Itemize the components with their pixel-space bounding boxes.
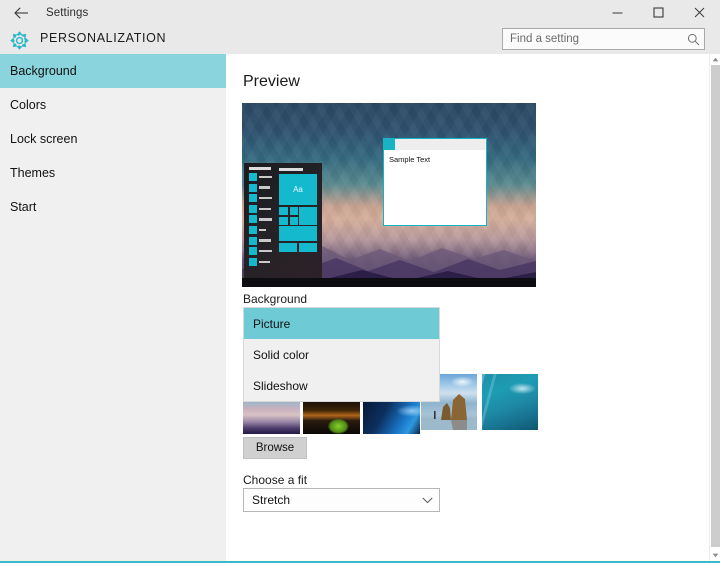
sidebar-item-themes[interactable]: Themes bbox=[0, 156, 226, 190]
search-box[interactable] bbox=[502, 28, 705, 50]
page-title: PERSONALIZATION bbox=[40, 31, 167, 45]
tile-label: Aa bbox=[293, 185, 303, 194]
choose-a-fit-dropdown[interactable]: Stretch bbox=[243, 488, 440, 512]
start-menu-app-row bbox=[249, 204, 273, 213]
option-label: Slideshow bbox=[253, 378, 308, 393]
tile-small bbox=[289, 207, 298, 215]
back-arrow-icon[interactable] bbox=[0, 0, 42, 25]
browse-button[interactable]: Browse bbox=[243, 437, 307, 459]
sidebar-item-label: Themes bbox=[10, 166, 56, 180]
sample-window-body: Sample Text bbox=[384, 150, 486, 164]
sidebar-item-background[interactable]: Background bbox=[0, 54, 226, 88]
sample-window-titlebar bbox=[384, 139, 486, 150]
app-tile-square bbox=[249, 183, 257, 192]
maximize-button[interactable] bbox=[638, 0, 679, 25]
tile-small bbox=[299, 242, 317, 252]
sample-window-icon bbox=[384, 139, 395, 150]
chevron-down-icon[interactable] bbox=[415, 497, 439, 504]
sidebar-item-start[interactable]: Start bbox=[0, 190, 226, 224]
title-bar: Settings bbox=[0, 0, 720, 25]
scroll-up-arrow-icon[interactable] bbox=[710, 54, 720, 65]
sidebar-item-label: Lock screen bbox=[10, 132, 78, 146]
background-label: Background bbox=[243, 292, 308, 306]
tile-small bbox=[279, 207, 288, 215]
tiles-group-header-bar bbox=[279, 168, 303, 171]
page-header: PERSONALIZATION bbox=[0, 25, 720, 54]
thumbnail-underwater[interactable] bbox=[482, 374, 538, 430]
thumbnail-blue-hero[interactable] bbox=[363, 402, 420, 434]
app-name-bar bbox=[259, 249, 272, 253]
start-menu-app-row bbox=[249, 215, 273, 224]
sidebar: Background Colors Lock screen Themes Sta… bbox=[0, 54, 226, 561]
app-tile-square bbox=[249, 257, 257, 266]
sidebar-item-lock-screen[interactable]: Lock screen bbox=[0, 122, 226, 156]
app-name-bar bbox=[259, 239, 271, 242]
gear-icon bbox=[7, 29, 31, 51]
app-tile-square bbox=[249, 194, 257, 203]
app-name-bar bbox=[259, 228, 266, 232]
taskbar-preview bbox=[242, 278, 536, 287]
tile-small bbox=[279, 242, 297, 252]
window-title: Settings bbox=[46, 6, 89, 19]
start-menu-app-row bbox=[249, 236, 273, 245]
app-tile-square bbox=[249, 247, 257, 256]
thumbnail-night-tent[interactable] bbox=[303, 402, 360, 434]
sample-text: Sample Text bbox=[389, 155, 431, 164]
app-name-bar bbox=[259, 207, 271, 211]
start-menu-app-row bbox=[249, 173, 273, 181]
sidebar-item-colors[interactable]: Colors bbox=[0, 88, 226, 122]
content-pane: Preview Aa Sample Text Background Choose… bbox=[226, 54, 709, 561]
background-dropdown-list[interactable]: Picture Solid color Slideshow bbox=[243, 307, 440, 402]
background-option-solid-color[interactable]: Solid color bbox=[244, 339, 439, 370]
search-input[interactable] bbox=[503, 29, 682, 49]
desktop-preview: Aa Sample Text bbox=[242, 103, 536, 287]
choose-a-fit-value: Stretch bbox=[252, 493, 291, 507]
sidebar-item-label: Start bbox=[10, 200, 37, 214]
sample-window-preview: Sample Text bbox=[383, 138, 487, 226]
option-label: Solid color bbox=[253, 347, 310, 362]
start-menu-app-row bbox=[249, 183, 273, 192]
browse-button-label: Browse bbox=[255, 442, 295, 454]
start-menu-header-bar bbox=[249, 167, 271, 170]
app-name-bar bbox=[259, 218, 272, 221]
start-menu-tiles: Aa bbox=[279, 174, 317, 275]
thumbnail-sunset-clouds[interactable] bbox=[243, 402, 300, 434]
section-title: Preview bbox=[243, 73, 300, 90]
choose-a-fit-label: Choose a fit bbox=[243, 473, 308, 487]
start-menu-app-list bbox=[249, 173, 273, 271]
tile-font-preview: Aa bbox=[279, 174, 317, 205]
search-icon[interactable] bbox=[682, 33, 704, 46]
tile-medium bbox=[299, 207, 317, 225]
sidebar-item-label: Background bbox=[10, 64, 77, 78]
settings-window: Settings PERSONALIZATION Find a setting … bbox=[0, 0, 720, 563]
vertical-scrollbar[interactable] bbox=[709, 54, 720, 561]
app-tile-square bbox=[249, 204, 257, 213]
app-name-bar bbox=[259, 175, 272, 179]
app-name-bar bbox=[259, 260, 270, 263]
start-menu-app-row bbox=[249, 247, 273, 256]
app-tile-square bbox=[249, 225, 257, 234]
close-button[interactable] bbox=[679, 0, 720, 25]
tile-small bbox=[289, 216, 298, 225]
app-tile-square bbox=[249, 215, 257, 224]
start-menu-app-row bbox=[249, 257, 273, 266]
start-menu-app-row bbox=[249, 225, 273, 234]
background-option-slideshow[interactable]: Slideshow bbox=[244, 370, 439, 401]
tile-small bbox=[279, 216, 288, 225]
background-option-picture[interactable]: Picture bbox=[244, 308, 439, 339]
app-tile-square bbox=[249, 173, 257, 181]
start-menu-app-row bbox=[249, 194, 273, 203]
window-controls bbox=[597, 0, 720, 25]
option-label: Picture bbox=[253, 316, 291, 331]
sidebar-item-label: Colors bbox=[10, 98, 47, 112]
scrollbar-thumb[interactable] bbox=[711, 65, 720, 547]
app-name-bar bbox=[259, 196, 272, 200]
tile-wide bbox=[279, 226, 317, 241]
app-name-bar bbox=[259, 186, 270, 189]
start-menu-preview: Aa bbox=[244, 163, 322, 278]
scroll-down-arrow-icon[interactable] bbox=[710, 550, 720, 561]
app-tile-square bbox=[249, 236, 257, 245]
minimize-button[interactable] bbox=[597, 0, 638, 25]
